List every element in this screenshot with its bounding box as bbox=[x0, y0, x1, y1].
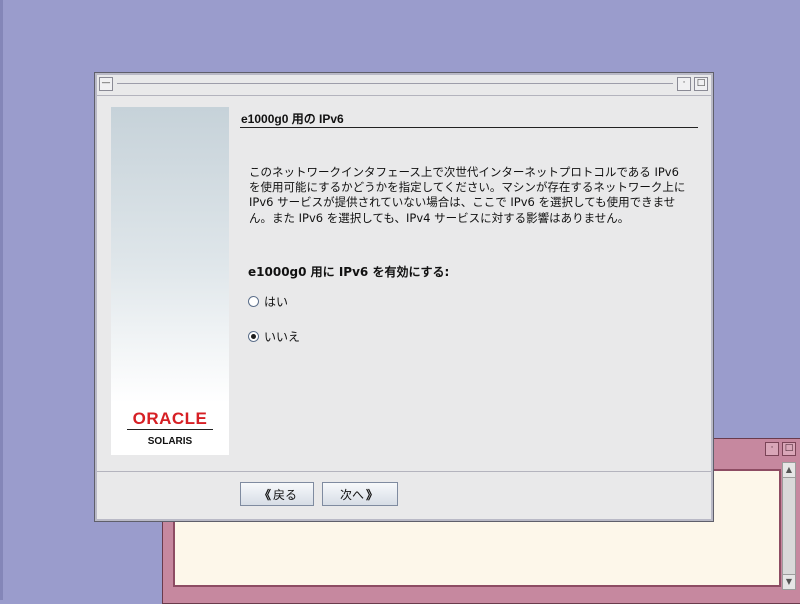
brand-sidebar: ORACLE SOLARIS bbox=[111, 107, 229, 455]
window-menu-icon[interactable]: — bbox=[99, 77, 113, 91]
ipv6-dialog: — · □ ORACLE SOLARIS e1000g0 用の IPv6 このネ… bbox=[94, 72, 714, 522]
description-text: このネットワークインタフェース上で次世代インターネットプロトコルである IPv6… bbox=[249, 165, 686, 225]
background-scrollbar[interactable]: ▲ ▼ bbox=[782, 462, 796, 590]
enable-ipv6-question: e1000g0 用に IPv6 を有効にする: bbox=[248, 265, 450, 279]
maximize-icon[interactable]: □ bbox=[782, 442, 796, 456]
double-chevron-left-icon: 《 bbox=[258, 487, 271, 502]
title-divider bbox=[240, 127, 698, 128]
logo-divider bbox=[127, 429, 213, 430]
maximize-icon[interactable]: □ bbox=[694, 77, 708, 91]
option-yes[interactable]: はい bbox=[248, 293, 288, 310]
solaris-label: SOLARIS bbox=[147, 436, 193, 447]
option-no-label: いいえ bbox=[264, 330, 301, 344]
minimize-icon[interactable]: · bbox=[765, 442, 779, 456]
titlebar-rule bbox=[117, 83, 673, 84]
double-chevron-right-icon: 》 bbox=[366, 487, 379, 502]
scroll-down-icon[interactable]: ▼ bbox=[783, 574, 795, 589]
footer-divider bbox=[97, 471, 711, 472]
minimize-icon[interactable]: · bbox=[677, 77, 691, 91]
next-button[interactable]: 次へ 》 bbox=[322, 482, 398, 506]
option-yes-label: はい bbox=[264, 295, 289, 309]
next-button-label: 次へ bbox=[339, 487, 364, 502]
back-button[interactable]: 《 戻る bbox=[240, 482, 314, 506]
page-title: e1000g0 用の IPv6 bbox=[241, 112, 344, 126]
radio-yes[interactable] bbox=[248, 296, 259, 307]
dialog-titlebar[interactable]: — · □ bbox=[97, 75, 711, 96]
back-button-label: 戻る bbox=[273, 487, 298, 502]
scroll-up-icon[interactable]: ▲ bbox=[783, 463, 795, 478]
oracle-logo: ORACLE bbox=[132, 409, 208, 428]
desktop-edge bbox=[0, 0, 3, 600]
radio-no[interactable] bbox=[248, 331, 259, 342]
option-no[interactable]: いいえ bbox=[248, 328, 300, 345]
